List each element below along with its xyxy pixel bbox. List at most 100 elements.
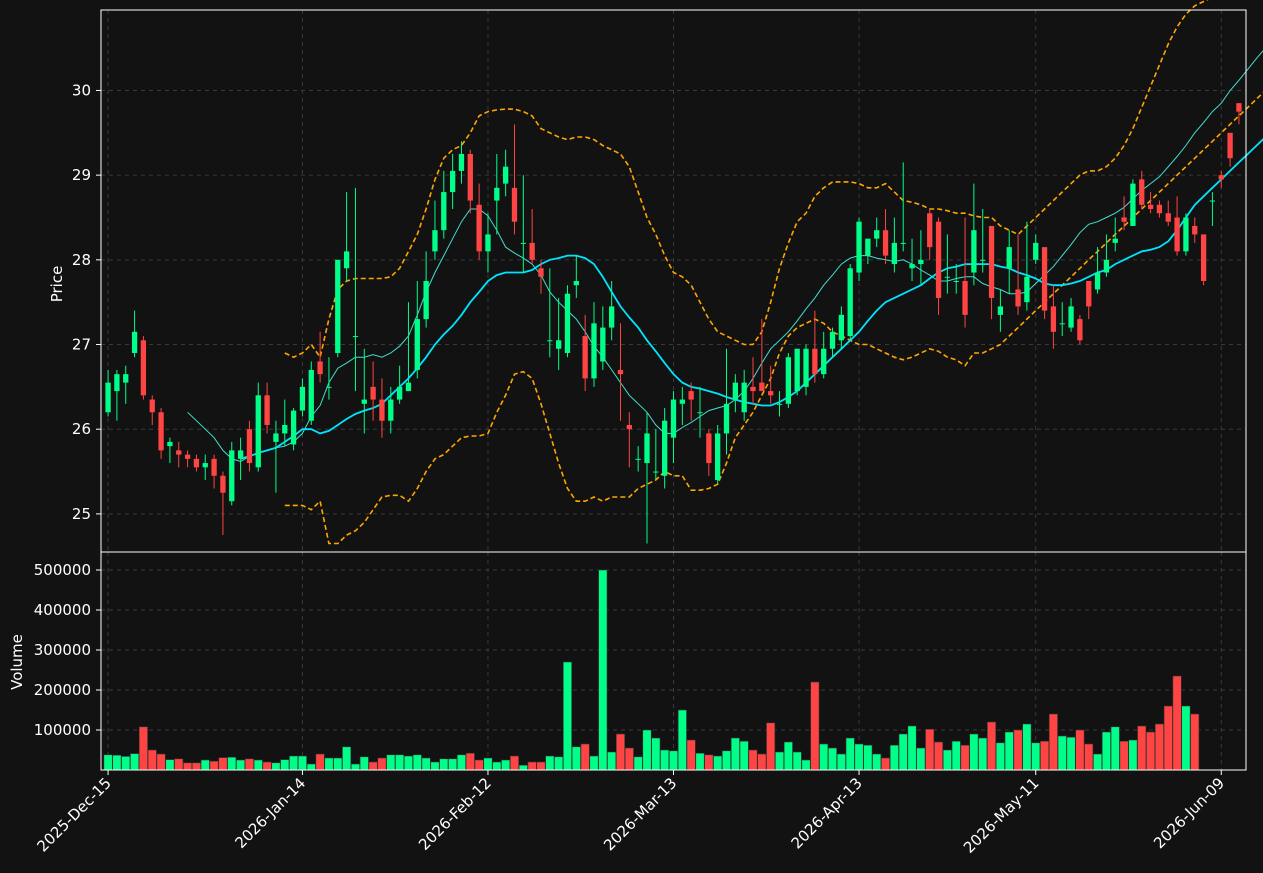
- candle-body: [564, 293, 571, 353]
- candle-body: [414, 319, 420, 370]
- candle-body: [432, 230, 438, 252]
- volume-bar: [1084, 743, 1094, 771]
- volume-bar: [191, 762, 201, 771]
- candle-body: [1147, 204, 1154, 210]
- candle-body: [1121, 217, 1127, 222]
- candle-body: [715, 433, 721, 481]
- volume-bar: [430, 761, 440, 771]
- candle-body: [282, 424, 288, 434]
- volume-bar: [103, 754, 113, 771]
- candle-body: [547, 340, 553, 342]
- candle-body: [237, 450, 244, 459]
- price-y-tick-label: 28: [72, 251, 91, 269]
- candle-body: [706, 433, 712, 464]
- volume-bar: [624, 747, 634, 771]
- candle-body: [759, 382, 765, 392]
- volume-bar: [951, 740, 961, 771]
- volume-bar: [359, 756, 369, 771]
- candle-body: [723, 403, 730, 434]
- candle-body: [803, 348, 809, 387]
- volume-bar: [1190, 713, 1200, 771]
- candle-body: [1103, 259, 1110, 273]
- candle-body: [1041, 247, 1048, 311]
- candle-body: [856, 221, 862, 273]
- volume-bar: [483, 757, 493, 771]
- price-y-tick-label: 26: [72, 420, 91, 438]
- volume-bar: [1154, 723, 1164, 771]
- volume-bar: [253, 759, 263, 771]
- volume-bar: [545, 755, 555, 771]
- volume-bar: [227, 756, 237, 771]
- candle-body: [794, 348, 800, 392]
- candle-body: [1050, 306, 1057, 332]
- candle-body: [299, 386, 306, 411]
- volume-bar: [881, 757, 891, 771]
- candle-body: [1139, 179, 1145, 205]
- candle-body: [326, 386, 332, 388]
- volume-bar: [615, 733, 625, 771]
- candle-body: [1086, 281, 1092, 307]
- volume-bar: [1137, 725, 1147, 771]
- volume-bar: [819, 743, 829, 771]
- candle-body: [776, 403, 783, 405]
- candle-body: [785, 357, 792, 404]
- volume-bar: [987, 721, 997, 771]
- volume-bar: [262, 761, 272, 771]
- volume-bar: [713, 755, 723, 771]
- volume-y-tick-label: 300000: [34, 641, 91, 659]
- candle-body: [202, 463, 208, 468]
- volume-bar: [660, 749, 670, 771]
- volume-bar: [607, 751, 617, 771]
- volume-bar: [1004, 731, 1014, 771]
- candle-body: [829, 331, 836, 349]
- candle-body: [1200, 234, 1207, 281]
- candle-body: [538, 268, 544, 277]
- candle-body: [865, 238, 871, 256]
- volume-bar: [439, 758, 449, 771]
- volume-bar: [863, 744, 873, 771]
- volume-bar: [810, 681, 820, 771]
- volume-bar: [403, 755, 413, 771]
- volume-bar: [942, 749, 952, 771]
- volume-bar: [677, 709, 687, 771]
- candle-body: [812, 348, 818, 375]
- volume-bar: [448, 758, 458, 771]
- candle-body: [971, 230, 977, 273]
- volume-bar: [421, 757, 431, 771]
- candle-body: [1059, 323, 1065, 325]
- candle-body: [379, 399, 385, 421]
- candle-body: [290, 410, 297, 445]
- candle-body: [670, 399, 677, 438]
- volume-bar: [1093, 753, 1103, 771]
- candle-body: [405, 382, 412, 392]
- volume-bar: [156, 753, 166, 771]
- candle-body: [370, 386, 376, 400]
- candle-body: [1192, 225, 1198, 235]
- volume-bar: [642, 729, 652, 771]
- volume-bar: [1031, 742, 1041, 771]
- volume-bar: [244, 758, 254, 771]
- candle-body: [317, 361, 323, 375]
- candle-body: [573, 281, 579, 286]
- candle-body: [935, 221, 942, 298]
- candle-body: [423, 281, 429, 320]
- candle-body: [361, 399, 367, 404]
- volume-bar: [739, 740, 749, 771]
- candle-body: [476, 204, 482, 252]
- volume-bar: [775, 751, 785, 771]
- candle-body: [555, 340, 562, 349]
- volume-bar: [872, 753, 882, 771]
- candle-body: [891, 242, 898, 265]
- candle-body: [688, 391, 694, 400]
- price-y-tick-label: 27: [72, 336, 91, 354]
- volume-bar: [828, 747, 838, 771]
- candle-body: [1112, 238, 1118, 243]
- volume-bar: [792, 751, 802, 771]
- candle-body: [1006, 247, 1012, 269]
- candle-body: [140, 340, 147, 396]
- volume-bar: [995, 742, 1005, 771]
- volume-bar: [1066, 736, 1076, 771]
- candle-body: [697, 412, 703, 414]
- volume-bar: [1119, 740, 1129, 771]
- candle-body: [485, 234, 491, 252]
